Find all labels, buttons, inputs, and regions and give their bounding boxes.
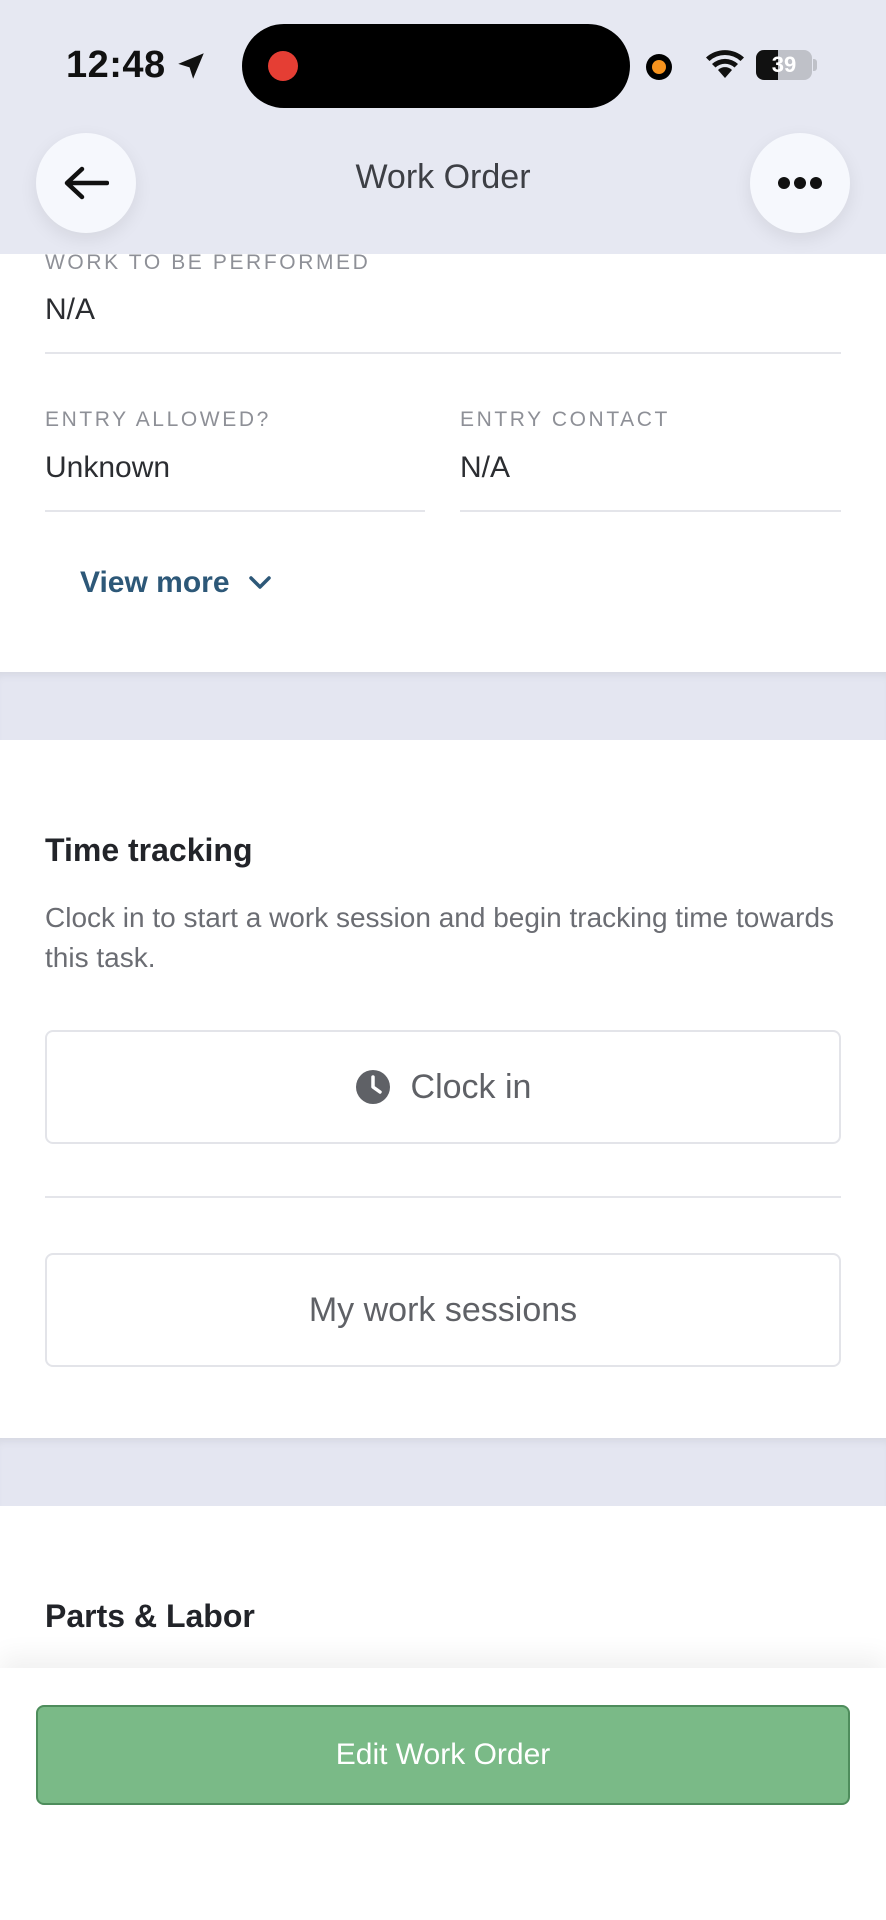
parts-labor-title: Parts & Labor [45,1598,255,1634]
work-order-screen: 12:48 39 Work Order WORK TO BE PERFORMED… [0,0,886,1920]
work-to-be-performed-label: WORK TO BE PERFORMED [45,251,371,274]
my-work-sessions-button[interactable]: My work sessions [45,1253,841,1367]
section-separator [0,672,886,740]
dynamic-island [242,24,630,108]
battery-icon: 39 [756,50,812,80]
location-arrow-icon [177,52,204,79]
time-tracking-title: Time tracking [45,832,253,868]
parts-labor-section [0,1506,886,1668]
view-more-button[interactable]: View more [80,566,272,600]
top-header: 12:48 39 Work Order [0,0,886,254]
divider [45,1196,841,1198]
entry-allowed-label: ENTRY ALLOWED? [45,408,271,431]
time-tracking-description: Clock in to start a work session and beg… [45,902,835,973]
my-work-sessions-label: My work sessions [308,1290,578,1329]
chevron-down-icon [248,576,271,589]
edit-work-order-button[interactable]: Edit Work Order [36,1705,850,1805]
ellipsis-icon [778,177,822,189]
status-time-text: 12:48 [66,44,166,86]
more-options-button[interactable] [750,133,850,233]
wifi-icon [706,50,744,78]
battery-percent: 39 [771,52,797,77]
divider [45,510,425,512]
work-to-be-performed-value: N/A [45,293,96,326]
entry-contact-label: ENTRY CONTACT [460,408,670,431]
battery-cap [813,59,817,71]
entry-contact-value: N/A [460,451,511,484]
status-bar-time: 12:48 [66,44,208,87]
divider [460,510,841,512]
divider [45,352,841,354]
clock-in-label: Clock in [410,1067,532,1106]
clock-icon [355,1070,390,1104]
entry-allowed-value: Unknown [45,451,171,484]
edit-work-order-label: Edit Work Order [335,1738,551,1771]
view-more-label: View more [80,566,230,599]
section-separator [0,1438,886,1506]
recording-indicator-icon [268,51,298,81]
privacy-indicator-icon [646,54,672,80]
clock-in-button[interactable]: Clock in [45,1030,841,1144]
